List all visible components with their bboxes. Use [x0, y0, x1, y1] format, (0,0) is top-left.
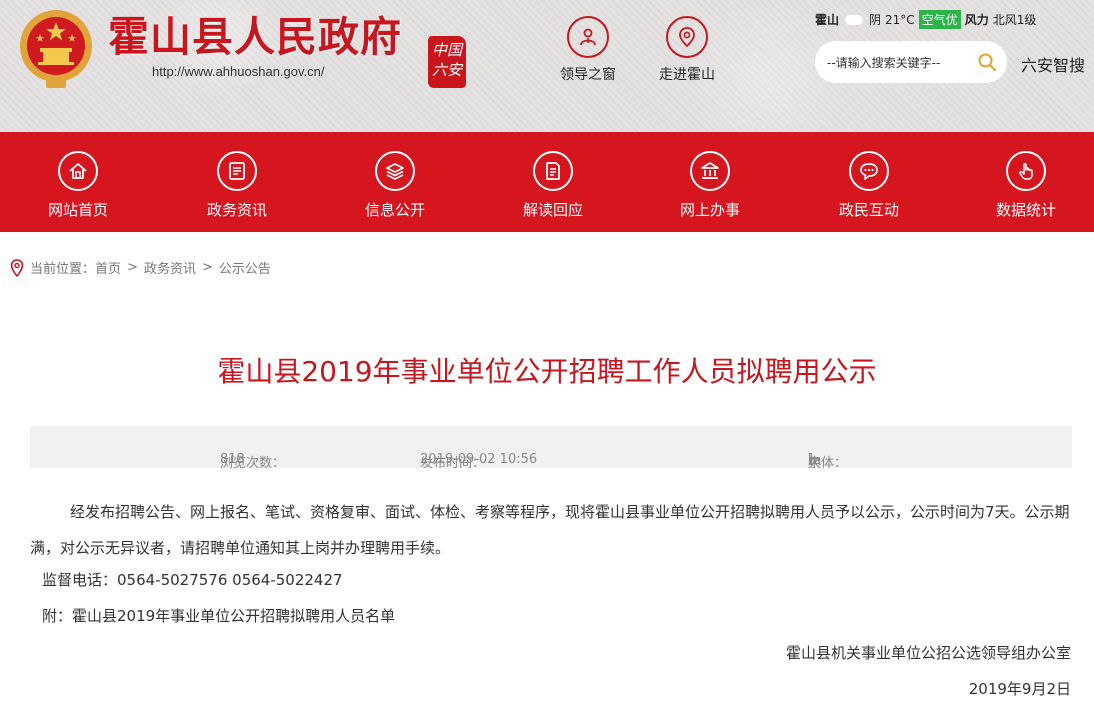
publish-value: 2019-09-02 10:56 — [420, 452, 538, 467]
wind-value: 北风1级 — [992, 13, 1037, 27]
article-meta-bar: 浏览次数： 818 发布时间： 2019-09-02 10:56 字体：[大 中 小… — [30, 426, 1072, 471]
breadcrumb-prefix: 当前位置： — [30, 262, 96, 277]
nav-item-label: 网上办事 — [679, 201, 740, 219]
breadcrumb-separator: > — [127, 260, 138, 275]
national-emblem-icon — [20, 10, 92, 88]
weather-condition: 阴 — [869, 13, 882, 27]
site-header: 霍山县人民政府 http://www.ahhuoshan.gov.cn/ 中国 … — [0, 0, 1094, 132]
nav-item-interpretation[interactable]: 解读回应 — [483, 132, 623, 232]
attachment-link[interactable]: 附：霍山县2019年事业单位公开招聘拟聘用人员名单 — [42, 605, 395, 626]
nav-item-info-open[interactable]: 信息公开 — [325, 132, 465, 232]
weather-temperature: 21°C — [885, 12, 915, 27]
nav-item-label: 解读回应 — [522, 201, 583, 219]
weather-city: 霍山 — [815, 13, 840, 27]
signature-date: 2019年9月2日 — [968, 680, 1071, 698]
nav-item-label: 网站首页 — [47, 201, 108, 219]
header-link-huoshan[interactable]: 走进霍山 — [647, 16, 727, 84]
search-engine-link[interactable]: 六安智搜 — [1021, 52, 1085, 76]
header-link-label: 走进霍山 — [659, 67, 715, 83]
cloud-icon — [845, 14, 864, 25]
person-icon — [567, 16, 609, 58]
breadcrumb: 当前位置： 首页 > 政务资讯 > 公示公告 — [10, 258, 271, 277]
nav-item-label: 信息公开 — [364, 201, 425, 219]
article-paragraph: 经发布招聘公告、网上报名、笔试、资格复审、面试、体检、考察等程序，现将霍山县事业… — [30, 503, 1070, 557]
search-icon[interactable] — [967, 41, 1007, 83]
document-icon — [533, 151, 573, 191]
nav-item-online-services[interactable]: 网上办事 — [640, 132, 780, 232]
home-icon — [58, 151, 98, 191]
breadcrumb-item-news[interactable]: 政务资讯 — [144, 258, 196, 277]
seal-logo: 中国 六安 — [428, 36, 466, 88]
building-icon — [690, 151, 730, 191]
main-nav: 网站首页 政务资讯 信息公开 解读回应 网上办事 政民互动 数据统计 — [0, 132, 1094, 232]
location-pin-icon — [10, 258, 24, 277]
nav-item-label: 政民互动 — [838, 201, 899, 219]
weather-widget: 霍山 阴 21°C 空气优 风力 北风1级 — [815, 10, 1036, 29]
header-link-leaders[interactable]: 领导之窗 — [548, 16, 628, 84]
air-quality-badge: 空气优 — [918, 10, 961, 29]
nav-item-home[interactable]: 网站首页 — [8, 132, 148, 232]
nav-item-statistics[interactable]: 数据统计 — [956, 132, 1094, 232]
breadcrumb-separator: > — [201, 260, 213, 275]
site-url[interactable]: http://www.ahhuoshan.gov.cn/ — [152, 64, 324, 79]
search-input[interactable]: --请输入搜索关键字-- — [827, 54, 967, 71]
layers-icon — [375, 151, 415, 191]
wind-label: 风力 — [964, 13, 989, 27]
nav-item-interaction[interactable]: 政民互动 — [799, 132, 939, 232]
views-value: 818 — [220, 452, 245, 467]
hand-pointer-icon — [1006, 151, 1046, 191]
nav-item-label: 数据统计 — [995, 201, 1056, 219]
breadcrumb-item-notices[interactable]: 公示公告 — [219, 258, 271, 277]
chat-icon — [849, 151, 889, 191]
signature-org: 霍山县机关事业单位公招公选领导组办公室 — [785, 644, 1071, 662]
nav-item-news[interactable]: 政务资讯 — [167, 132, 307, 232]
seal-text-bottom: 六安 — [431, 61, 462, 79]
location-pin-icon — [666, 16, 708, 58]
seal-text-top: 中国 — [431, 41, 462, 59]
header-link-label: 领导之窗 — [560, 67, 616, 83]
search-box[interactable]: --请输入搜索关键字-- — [815, 41, 1007, 83]
breadcrumb-item-home[interactable]: 首页 — [95, 258, 121, 277]
site-title[interactable]: 霍山县人民政府 — [108, 12, 402, 62]
article-body: 经发布招聘公告、网上报名、笔试、资格复审、面试、体检、考察等程序，现将霍山县事业… — [30, 494, 1072, 566]
supervision-phone: 监督电话：0564-5027576 0564-5022427 — [42, 571, 343, 589]
news-icon — [217, 151, 257, 191]
nav-item-label: 政务资讯 — [206, 201, 267, 219]
article-title: 霍山县2019年事业单位公开招聘工作人员拟聘用公示 — [217, 355, 877, 388]
